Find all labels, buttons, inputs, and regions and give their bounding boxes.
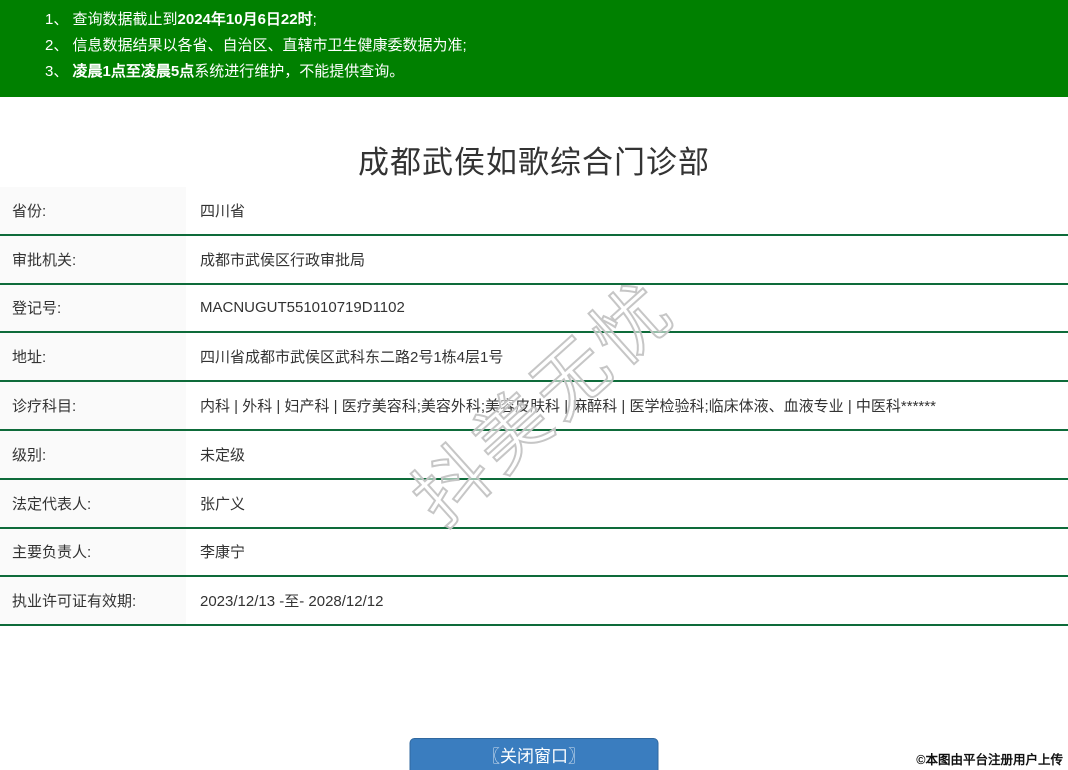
table-row-address: 地址: 四川省成都市武侯区武科东二路2号1栋4层1号 xyxy=(0,333,1068,383)
row-label: 法定代表人: xyxy=(0,479,186,527)
close-window-button[interactable]: 〖关闭窗口〗 xyxy=(409,738,659,770)
upload-attribution: ©本图由平台注册用户上传 xyxy=(916,753,1063,767)
row-value: 未定级 xyxy=(200,446,246,464)
row-label: 登记号: xyxy=(0,284,186,332)
row-value: MACNUGUT551010719D1102 xyxy=(200,299,405,317)
table-row-legal-representative: 法定代表人: 张广义 xyxy=(0,479,1068,529)
row-value: 四川省 xyxy=(200,202,246,220)
row-label: 诊疗科目: xyxy=(0,382,186,429)
notice-line-1: 1、 查询数据截止到2024年10月6日22时; xyxy=(45,7,1068,33)
row-label: 审批机关: xyxy=(0,235,186,283)
notice-text: ; xyxy=(312,11,317,28)
table-row-medical-subjects: 诊疗科目: 内科 | 外科 | 妇产科 | 医疗美容科;美容外科;美容皮肤科 |… xyxy=(0,382,1068,431)
table-row-license-validity: 执业许可证有效期: 2023/12/13 -至- 2028/12/12 xyxy=(0,577,1068,627)
row-label: 主要负责人: xyxy=(0,528,186,576)
table-row-level: 级别: 未定级 xyxy=(0,430,1068,480)
notice-number: 3、 xyxy=(45,63,73,80)
row-value: 李康宁 xyxy=(200,544,246,562)
row-label: 地址: xyxy=(0,333,186,381)
row-value: 2023/12/13 -至- 2028/12/12 xyxy=(200,593,384,611)
row-label: 执业许可证有效期: xyxy=(0,577,186,625)
notice-text: 信息数据结果以各省、自治区、直辖市卫生健康委数据为准; xyxy=(72,37,467,54)
row-value: 成都市武侯区行政审批局 xyxy=(200,251,366,269)
notice-number: 1、 xyxy=(45,11,73,28)
page-title: 成都武侯如歌综合门诊部 xyxy=(358,145,710,180)
table-row-principal: 主要负责人: 李康宁 xyxy=(0,528,1068,578)
row-label: 省份: xyxy=(0,187,186,234)
notice-line-2: 2、 信息数据结果以各省、自治区、直辖市卫生健康委数据为准; xyxy=(45,33,1068,59)
notice-text: 系统进行维护，不能提供查询。 xyxy=(194,63,405,80)
table-row-approval-authority: 审批机关: 成都市武侯区行政审批局 xyxy=(0,235,1068,285)
info-table: 省份: 四川省 审批机关: 成都市武侯区行政审批局 登记号: MACNUGUT5… xyxy=(0,187,1068,627)
row-label: 级别: xyxy=(0,430,186,478)
table-row-province: 省份: 四川省 xyxy=(0,187,1068,236)
notice-line-3: 3、 凌晨1点至凌晨5点系统进行维护，不能提供查询。 xyxy=(45,59,1068,85)
notice-text: 查询数据截止到 xyxy=(72,11,178,28)
table-row-registration-number: 登记号: MACNUGUT551010719D1102 xyxy=(0,284,1068,334)
notice-banner: 1、 查询数据截止到2024年10月6日22时; 2、 信息数据结果以各省、自治… xyxy=(0,0,1068,97)
row-value: 张广义 xyxy=(200,495,246,513)
row-value: 四川省成都市武侯区武科东二路2号1栋4层1号 xyxy=(200,349,504,367)
notice-text-bold: 凌晨1点至凌晨5点 xyxy=(72,63,195,80)
row-value: 内科 | 外科 | 妇产科 | 医疗美容科;美容外科;美容皮肤科 | 麻醉科 |… xyxy=(200,398,936,416)
notice-number: 2、 xyxy=(45,37,73,54)
notice-text-bold: 2024年10月6日22时 xyxy=(177,11,313,28)
